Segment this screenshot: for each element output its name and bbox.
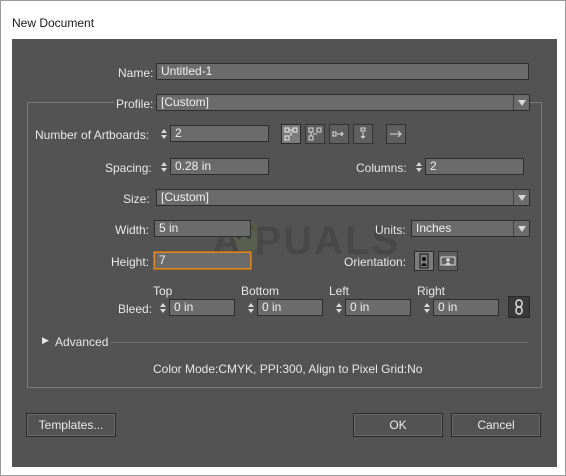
grid-by-row-icon[interactable]	[281, 124, 301, 144]
templates-button[interactable]: Templates...	[26, 413, 116, 437]
window-title: New Document	[12, 16, 95, 30]
size-select[interactable]: [Custom]	[156, 189, 530, 206]
profile-value: [Custom]	[161, 95, 210, 109]
cancel-button[interactable]: Cancel	[451, 413, 541, 437]
bleed-top-field[interactable]: 0 in	[169, 299, 235, 316]
columns-field[interactable]: 2	[425, 158, 524, 175]
right-to-left-arrow-icon[interactable]	[386, 124, 406, 144]
width-field[interactable]: 5 in	[154, 220, 251, 237]
chevron-down-icon	[513, 190, 529, 205]
bleed-top-stepper[interactable]	[156, 299, 169, 316]
artboards-stepper[interactable]	[157, 125, 170, 142]
chevron-down-icon	[513, 95, 529, 110]
artboards-field[interactable]: 2	[170, 125, 269, 142]
height-label: Height:	[111, 255, 150, 269]
bleed-bottom-label: Bottom	[241, 284, 280, 298]
chevron-down-icon	[513, 221, 529, 236]
orientation-label: Orientation:	[344, 255, 407, 269]
name-field[interactable]: Untitled-1	[156, 63, 529, 80]
grid-by-column-icon[interactable]	[305, 124, 325, 144]
bleed-right-label: Right	[417, 284, 446, 298]
bleed-right-stepper[interactable]	[420, 299, 433, 316]
arrange-by-row-icon[interactable]	[329, 124, 349, 144]
profile-label: Profile:	[114, 97, 156, 111]
advanced-divider	[110, 342, 528, 343]
bleed-bottom-field[interactable]: 0 in	[257, 299, 323, 316]
profile-select[interactable]: [Custom]	[156, 94, 530, 111]
units-value: Inches	[416, 221, 452, 235]
advanced-disclosure-icon[interactable]: ▶	[42, 335, 49, 346]
size-value: [Custom]	[161, 190, 210, 204]
chain-link-icon[interactable]	[508, 296, 530, 318]
document-summary: Color Mode:CMYK, PPI:300, Align to Pixel…	[153, 362, 423, 376]
units-label: Units:	[375, 223, 406, 237]
spacing-stepper[interactable]	[157, 158, 170, 175]
artboards-label: Number of Artboards:	[35, 128, 150, 142]
bleed-label: Bleed:	[118, 302, 153, 316]
title-bar[interactable]: New Document	[1, 1, 565, 39]
bleed-left-field[interactable]: 0 in	[345, 299, 411, 316]
landscape-icon[interactable]	[438, 251, 458, 271]
spacing-field[interactable]: 0.28 in	[170, 158, 269, 175]
ok-button[interactable]: OK	[353, 413, 443, 437]
name-label: Name:	[118, 66, 154, 80]
bleed-left-stepper[interactable]	[332, 299, 345, 316]
dialog-body: Name: Untitled-1 Profile: [Custom] Numbe…	[12, 39, 557, 467]
portrait-icon[interactable]	[414, 251, 434, 271]
advanced-label[interactable]: Advanced	[55, 335, 108, 349]
columns-stepper[interactable]	[412, 158, 425, 175]
bleed-bottom-stepper[interactable]	[244, 299, 257, 316]
bleed-top-label: Top	[153, 284, 173, 298]
spacing-label: Spacing:	[105, 161, 152, 175]
bleed-right-field[interactable]: 0 in	[433, 299, 499, 316]
arrange-by-column-icon[interactable]	[353, 124, 373, 144]
height-field[interactable]: 7	[154, 252, 251, 269]
columns-label: Columns:	[356, 161, 407, 175]
width-label: Width:	[115, 223, 150, 237]
bleed-left-label: Left	[329, 284, 350, 298]
units-select[interactable]: Inches	[411, 220, 530, 237]
new-document-window: New Document Name: Untitled-1 Profile: […	[0, 0, 566, 476]
size-label: Size:	[123, 192, 150, 206]
